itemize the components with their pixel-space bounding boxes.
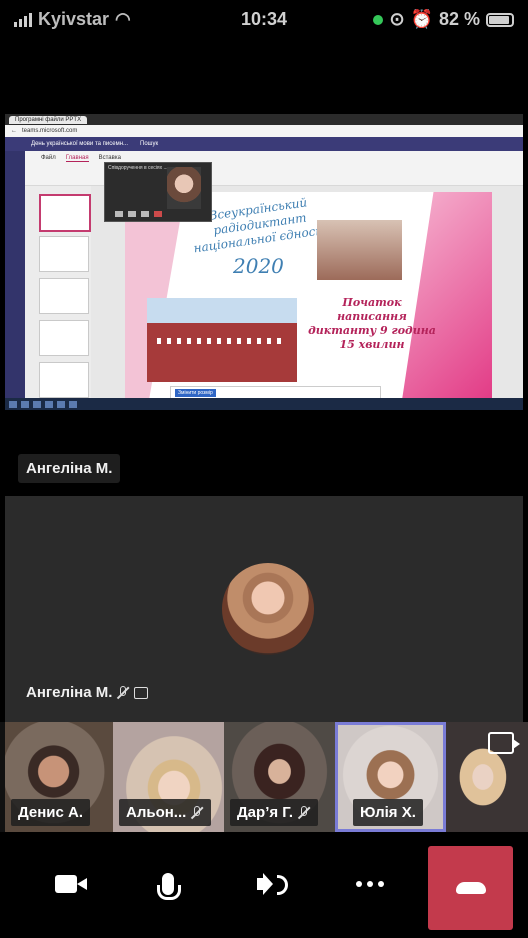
mic-off-icon (297, 805, 311, 820)
browser-tab: Програмні файли PPTX (9, 115, 88, 124)
microphone-icon (157, 873, 181, 900)
notice-button: Змінити розмір (175, 389, 216, 397)
mic-off-icon (190, 805, 204, 820)
ribbon-tab: Вставка (98, 155, 121, 161)
microphone-button[interactable] (138, 854, 198, 914)
browser-address-bar: ← teams.microsoft.com (5, 125, 523, 137)
participant-name: Денис А. (18, 804, 84, 821)
teams-app-rail (5, 151, 25, 410)
ppt-ribbon: Файл Главная Вставка (25, 151, 523, 186)
alarm-icon: ⏰ (410, 9, 433, 29)
participant-tile[interactable]: Денис А. (5, 722, 113, 832)
mic-off-icon (116, 685, 130, 700)
participant-name: Юлія Х. (360, 804, 416, 821)
current-slide: Всеукраїнський радіодиктант національної… (125, 192, 492, 400)
speaker-name: Ангеліна М. (26, 684, 113, 701)
participant-strip[interactable]: Денис А. Альон... Дар’я Г. Юлія Х. (0, 722, 528, 832)
slide-thumbnail (39, 362, 89, 398)
self-view-tile[interactable] (446, 722, 528, 832)
hangup-icon (455, 882, 486, 894)
speaker-name-row: Ангеліна М. (26, 684, 149, 701)
more-icon (356, 881, 384, 887)
ribbon-tab: Файл (41, 155, 56, 161)
speaker-button[interactable] (232, 854, 292, 914)
participant-tile[interactable]: Дар’я Г. (224, 722, 335, 832)
slide-thumbnail (39, 320, 89, 356)
mini-call-window: Співдоручення в сесіях ... (104, 162, 212, 222)
mini-video (167, 167, 201, 209)
participant-label: Юлія Х. (353, 799, 423, 826)
ribbon-tab: Главная (65, 155, 89, 162)
slide-thumbnail (39, 194, 91, 232)
participant-label: Альон... (119, 799, 212, 826)
slide-thumbnail (39, 236, 89, 272)
slide-start-text: Початок написання диктанту 9 година 15 х… (308, 296, 436, 351)
participant-label: Дар’я Г. (230, 799, 319, 826)
hangup-button[interactable] (428, 846, 513, 930)
recording-indicator-icon (373, 14, 384, 25)
more-button[interactable] (340, 854, 400, 914)
speaker-icon (257, 873, 288, 895)
status-bar: Kyivstar ◠ 10:34 ⊙ ⏰ 82 % (0, 0, 528, 40)
status-right: ⊙ ⏰ 82 % (373, 9, 514, 30)
teams-search: Пошук (140, 141, 159, 147)
browser-tab-bar: Програмні файли PPTX (5, 114, 523, 125)
battery-percent: 82 % (438, 9, 480, 29)
slide-thumbnail (39, 278, 89, 314)
teams-header: День української мови та писемн... Пошук (5, 137, 523, 151)
presenter-name-label: Ангеліна М. (18, 454, 121, 483)
slide-thumbnails (25, 186, 91, 398)
back-icon: ← (11, 128, 17, 134)
url-text: teams.microsoft.com (22, 128, 78, 134)
presenter-icon (134, 686, 149, 699)
switch-camera-icon[interactable] (488, 732, 520, 754)
participant-tile[interactable]: Альон... (113, 722, 224, 832)
participant-tile[interactable]: Юлія Х. (335, 722, 446, 832)
participant-name: Дар’я Г. (237, 804, 294, 821)
call-controls (0, 832, 528, 938)
camera-button[interactable] (36, 854, 96, 914)
slide-year: 2020 (233, 254, 284, 278)
camera-icon (55, 875, 87, 893)
slide-building-image (147, 298, 297, 382)
avatar (222, 563, 314, 655)
slide-photo (317, 220, 402, 280)
mini-controls (115, 211, 162, 217)
lock-rotation-icon: ⊙ (389, 9, 405, 29)
teams-title: День української мови та писемн... (31, 141, 129, 147)
participant-label: Денис А. (11, 799, 91, 826)
battery-icon (486, 12, 514, 27)
windows-taskbar (5, 398, 523, 410)
shared-screen[interactable]: Програмні файли PPTX ← teams.microsoft.c… (5, 114, 523, 410)
participant-name: Альон... (126, 804, 187, 821)
